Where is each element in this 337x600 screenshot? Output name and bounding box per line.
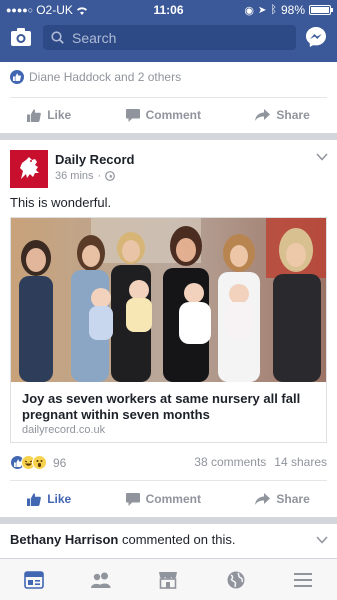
location-icon: ➤: [257, 4, 267, 16]
status-right: ◉ ➤ ᛒ 98%: [244, 3, 333, 17]
search-icon: [51, 31, 64, 44]
messenger-icon[interactable]: [305, 26, 327, 48]
thumbs-up-icon: [27, 493, 42, 506]
share-button[interactable]: Share: [255, 108, 310, 122]
chevron-down-icon[interactable]: [316, 536, 328, 544]
public-globe-icon: [105, 171, 116, 181]
reactions-summary[interactable]: 96: [10, 455, 66, 470]
feed-separator: [0, 517, 337, 524]
camera-icon[interactable]: [11, 28, 31, 46]
news-feed-icon: [23, 570, 44, 589]
thumbs-up-icon: [27, 109, 42, 122]
like-button[interactable]: Like: [27, 492, 71, 506]
previous-post-likes[interactable]: Diane Haddock and 2 others: [10, 70, 181, 84]
comment-icon: [125, 492, 140, 506]
orientation-lock-icon: ◉: [244, 4, 254, 17]
link-domain: dailyrecord.co.uk: [22, 424, 106, 436]
wow-reaction-icon: [32, 455, 47, 470]
marketplace-icon: [159, 571, 178, 589]
comment-button[interactable]: Comment: [125, 108, 201, 122]
previous-post-actions: Like Comment Share: [0, 97, 337, 133]
top-bar: ●●●●○ O2-UK 11:06 ◉ ➤ ᛒ 98%: [0, 0, 337, 62]
feed-separator: [0, 133, 337, 140]
friends-icon: [91, 572, 111, 588]
bottom-tab-bar: [0, 558, 337, 600]
battery-percent: 98%: [280, 3, 305, 17]
battery-icon: [309, 5, 333, 15]
facebook-app: ●●●●○ O2-UK 11:06 ◉ ➤ ᛒ 98% Search Diane…: [0, 0, 337, 600]
like-button[interactable]: Like: [27, 108, 71, 122]
page-avatar[interactable]: [10, 150, 48, 188]
post-time[interactable]: 36 mins: [55, 170, 94, 182]
chevron-down-icon[interactable]: [316, 153, 328, 161]
link-title: Joy as seven workers at same nursery all…: [22, 391, 301, 422]
next-story-header[interactable]: Bethany Harrison commented on this.: [10, 532, 235, 547]
friend-name[interactable]: Bethany Harrison: [10, 532, 118, 547]
reactions-count: 96: [53, 455, 67, 470]
link-preview-card[interactable]: Joy as seven workers at same nursery all…: [10, 217, 327, 443]
bluetooth-icon: ᛒ: [270, 4, 277, 16]
tab-notifications[interactable]: [221, 566, 251, 594]
share-arrow-icon: [255, 493, 271, 505]
story-action: commented on this.: [122, 532, 236, 547]
daily-record-lion-logo: [20, 157, 39, 179]
tab-friends[interactable]: [86, 566, 116, 594]
tab-news-feed[interactable]: [19, 566, 49, 594]
status-bar: ●●●●○ O2-UK 11:06 ◉ ➤ ᛒ 98%: [0, 0, 337, 20]
post-meta: 36 mins ·: [55, 170, 116, 182]
share-arrow-icon: [255, 109, 271, 121]
engagement-counts: 38 comments 14 shares: [194, 455, 327, 469]
tab-menu[interactable]: [288, 566, 318, 594]
page-name[interactable]: Daily Record: [55, 152, 134, 167]
shares-count[interactable]: 14 shares: [274, 455, 327, 469]
search-input[interactable]: [72, 29, 272, 46]
comments-count[interactable]: 38 comments: [194, 455, 266, 469]
comment-icon: [125, 108, 140, 122]
article-photo: [11, 218, 326, 382]
search-bar[interactable]: [43, 25, 296, 50]
tab-marketplace[interactable]: [153, 566, 183, 594]
like-reaction-icon: [10, 70, 24, 84]
post-actions: Like Comment Share: [0, 481, 337, 517]
share-button[interactable]: Share: [255, 492, 310, 506]
menu-icon: [294, 572, 313, 587]
post-text: This is wonderful.: [10, 195, 112, 210]
notifications-globe-icon: [227, 571, 245, 588]
comment-button[interactable]: Comment: [125, 492, 201, 506]
likes-text: Diane Haddock and 2 others: [29, 70, 182, 84]
